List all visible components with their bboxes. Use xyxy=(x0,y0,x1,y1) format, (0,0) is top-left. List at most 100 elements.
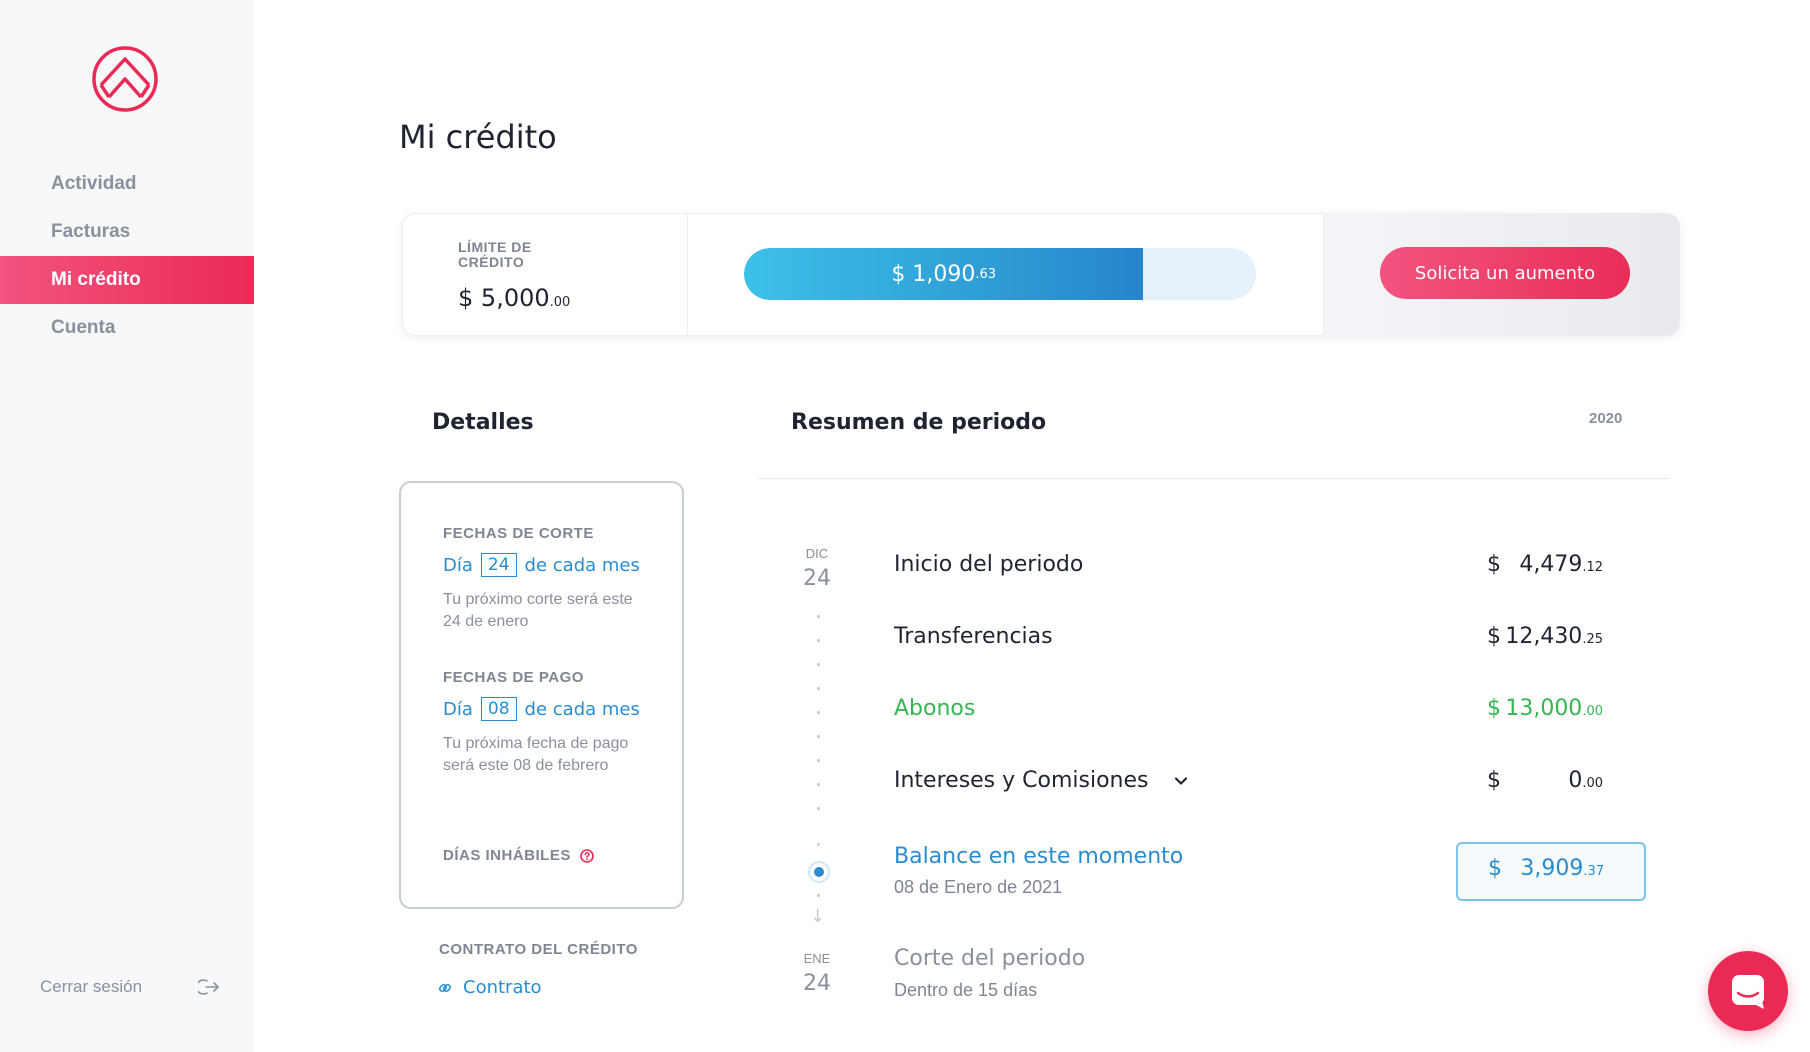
row-transfers-amount: $ 12,430.25 xyxy=(1487,624,1603,649)
credit-limit-label: LÍMITE DE CRÉDITO xyxy=(458,239,532,270)
row-start-label: Inicio del periodo xyxy=(894,552,1084,577)
timeline-dot xyxy=(817,735,820,738)
credit-used-cents: .63 xyxy=(975,266,997,282)
contract-link-label: Contrato xyxy=(463,977,542,998)
logout-icon xyxy=(198,979,219,995)
timeline-dot xyxy=(817,759,820,762)
details-card: FECHAS DE CORTE Día 24 de cada mes Tu pr… xyxy=(399,481,684,909)
row-payments-symbol: $ xyxy=(1487,696,1501,721)
credit-usage-box: $ 1,090.63 xyxy=(688,213,1324,336)
row-transfers-label: Transferencias xyxy=(894,624,1053,649)
row-transfers-symbol: $ xyxy=(1487,624,1501,649)
summary-title: Resumen de periodo xyxy=(791,410,1047,435)
credit-usage-fill: $ 1,090.63 xyxy=(744,248,1144,300)
cut-period-sub: Dentro de 15 días xyxy=(894,980,1038,1000)
timeline-dot xyxy=(817,783,820,786)
cut-dates-label: FECHAS DE CORTE xyxy=(443,525,594,542)
sidebar-item-facturas[interactable]: Facturas xyxy=(0,208,254,256)
logout-label: Cerrar sesión xyxy=(40,977,143,996)
app-logo[interactable] xyxy=(91,45,159,113)
timeline-current-marker xyxy=(808,861,830,883)
balance-value: 3,909 xyxy=(1520,856,1584,881)
row-interest-label[interactable]: Intereses y Comisiones xyxy=(894,768,1190,793)
sidebar: Actividad Facturas Mi crédito Cuenta Cer… xyxy=(0,0,254,1052)
pay-day-suffix: de cada mes xyxy=(524,698,640,720)
timeline-start-day: 24 xyxy=(803,566,831,591)
summary-year: 2020 xyxy=(1589,410,1623,427)
row-interest-value: 0 xyxy=(1568,768,1583,793)
timeline-dot xyxy=(817,639,820,642)
help-circle-icon xyxy=(580,848,594,863)
timeline-dot xyxy=(817,711,820,714)
timeline-dot xyxy=(817,894,820,897)
timeline-dot xyxy=(817,687,820,690)
balance-amount-box: $ 3,909.37 xyxy=(1456,842,1646,901)
balance-label: Balance en este momento xyxy=(894,844,1184,869)
pay-day: Día 08 de cada mes xyxy=(443,697,640,721)
cut-day-suffix: de cada mes xyxy=(524,554,640,576)
row-start-symbol: $ xyxy=(1487,552,1501,577)
contract-label: CONTRATO DEL CRÉDITO xyxy=(439,941,638,958)
credit-limit-box: LÍMITE DE CRÉDITO $ 5,000.00 xyxy=(402,213,688,336)
credit-limit-amount: $ 5,000.00 xyxy=(458,284,570,312)
cut-day-prefix: Día xyxy=(443,554,473,576)
credit-used-symbol: $ xyxy=(891,261,906,287)
timeline-end-month: ENE xyxy=(803,951,831,966)
non-working-days-label: DÍAS INHÁBILES xyxy=(443,847,571,864)
row-interest-symbol: $ xyxy=(1487,768,1501,793)
credit-summary-card: LÍMITE DE CRÉDITO $ 5,000.00 $ 1,090.63 … xyxy=(402,213,1680,336)
cut-day: Día 24 de cada mes xyxy=(443,553,640,577)
request-increase-button[interactable]: Solicita un aumento xyxy=(1380,247,1630,299)
cut-period-label: Corte del periodo xyxy=(894,946,1086,971)
contract-link[interactable]: Contrato xyxy=(437,977,542,998)
credit-limit-symbol: $ xyxy=(458,284,474,312)
timeline-dot xyxy=(817,615,820,618)
sidebar-nav: Actividad Facturas Mi crédito Cuenta xyxy=(0,160,254,352)
credit-usage-bar: $ 1,090.63 xyxy=(744,248,1256,300)
row-start-value: 4,479 xyxy=(1519,552,1583,577)
details-title: Detalles xyxy=(432,410,534,435)
row-payments-cents: .00 xyxy=(1582,704,1603,719)
cut-day-number: 24 xyxy=(480,553,517,577)
timeline-end-day: 24 xyxy=(803,971,831,996)
sidebar-item-mi-credito[interactable]: Mi crédito xyxy=(0,256,254,304)
pay-dates-label: FECHAS DE PAGO xyxy=(443,669,584,686)
row-payments-label: Abonos xyxy=(894,696,976,721)
non-working-days-link[interactable]: DÍAS INHÁBILES xyxy=(443,847,595,864)
row-interest-text: Intereses y Comisiones xyxy=(894,768,1149,793)
logout-button[interactable]: Cerrar sesión xyxy=(40,975,220,999)
timeline-start-month: DIC xyxy=(805,546,829,561)
pay-day-number: 08 xyxy=(480,697,517,721)
row-start-amount: $ 4,479.12 xyxy=(1487,552,1603,577)
timeline-dot xyxy=(817,807,820,810)
sidebar-item-actividad[interactable]: Actividad xyxy=(0,160,254,208)
cut-note: Tu próximo corte será este 24 de enero xyxy=(443,591,633,630)
chat-button[interactable] xyxy=(1708,951,1788,1031)
balance-cents: .37 xyxy=(1583,864,1604,879)
timeline-arrow-down-icon: ↓ xyxy=(810,906,826,927)
sidebar-item-cuenta[interactable]: Cuenta xyxy=(0,304,254,352)
timeline-dot xyxy=(817,843,820,846)
balance-amount: $ 3,909.37 xyxy=(1488,856,1604,881)
app-root: Actividad Facturas Mi crédito Cuenta Cer… xyxy=(0,0,1810,1052)
row-interest-amount: $ 0.00 xyxy=(1487,768,1603,793)
balance-symbol: $ xyxy=(1488,856,1502,881)
summary-divider xyxy=(758,478,1670,479)
row-transfers-value: 12,430 xyxy=(1505,624,1583,649)
row-start-cents: .12 xyxy=(1582,560,1603,575)
pay-note: Tu próxima fecha de pago será este 08 de… xyxy=(443,735,629,774)
chevron-down-icon[interactable] xyxy=(1172,772,1190,790)
row-interest-cents: .00 xyxy=(1582,776,1603,791)
credit-limit-value: 5,000 xyxy=(480,284,550,312)
credit-used-value: 1,090 xyxy=(912,261,976,287)
pay-day-prefix: Día xyxy=(443,698,473,720)
row-payments-amount: $ 13,000.00 xyxy=(1487,696,1603,721)
timeline-dot xyxy=(817,663,820,666)
chat-icon xyxy=(1732,975,1764,1009)
credit-action-box: Solicita un aumento xyxy=(1324,213,1680,336)
credit-limit-cents: .00 xyxy=(549,295,571,310)
balance-date: 08 de Enero de 2021 xyxy=(894,877,1063,897)
row-transfers-cents: .25 xyxy=(1582,632,1603,647)
page-title: Mi crédito xyxy=(399,118,557,156)
row-payments-value: 13,000 xyxy=(1505,696,1583,721)
